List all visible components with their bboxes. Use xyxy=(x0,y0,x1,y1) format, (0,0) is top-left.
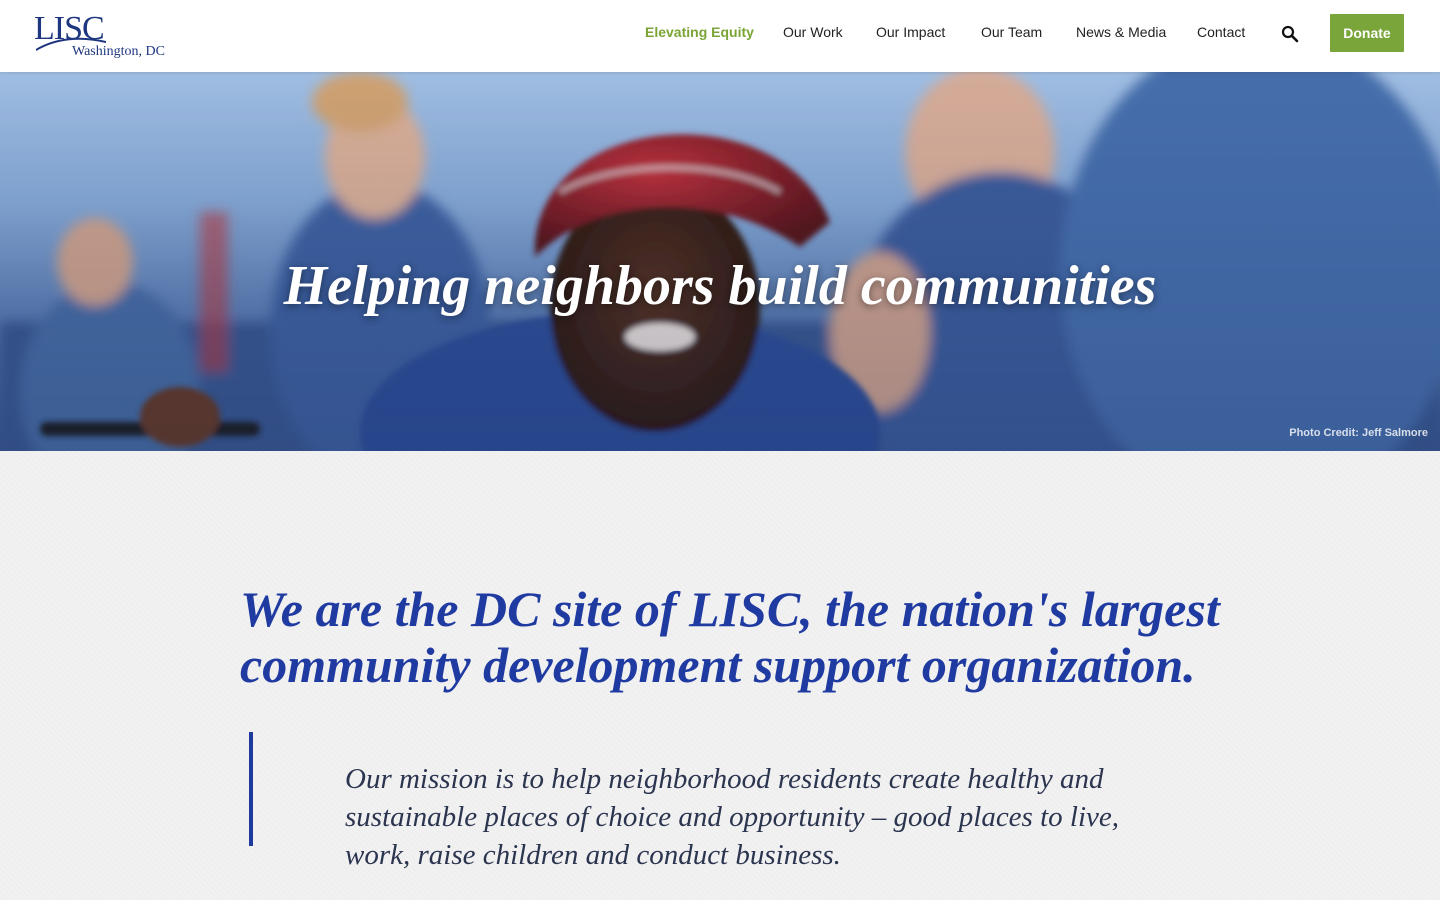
main-nav: Elevating Equity Our Work Our Impact Our… xyxy=(0,0,1440,66)
nav-our-impact[interactable]: Our Impact xyxy=(876,24,945,40)
intro-headline: We are the DC site of LISC, the nation's… xyxy=(240,580,1220,693)
donate-button[interactable]: Donate xyxy=(1330,14,1404,52)
site-header: LISC Washington, DC Elevating Equity Our… xyxy=(0,0,1440,72)
nav-our-team[interactable]: Our Team xyxy=(981,24,1042,40)
nav-our-work[interactable]: Our Work xyxy=(783,24,843,40)
nav-news-media[interactable]: News & Media xyxy=(1076,24,1166,40)
search-icon[interactable] xyxy=(1281,25,1299,43)
mission-statement: Our mission is to help neighborhood resi… xyxy=(345,763,1120,871)
photo-credit: Photo Credit: Jeff Salmore xyxy=(1289,427,1428,439)
intro-section: We are the DC site of LISC, the nation's… xyxy=(0,451,1440,900)
hero-banner: Helping neighbors build communities Phot… xyxy=(0,72,1440,451)
nav-contact[interactable]: Contact xyxy=(1197,24,1245,40)
nav-elevating-equity[interactable]: Elevating Equity xyxy=(645,24,754,40)
quote-bar xyxy=(249,732,253,846)
hero-title: Helping neighbors build communities xyxy=(283,254,1157,317)
